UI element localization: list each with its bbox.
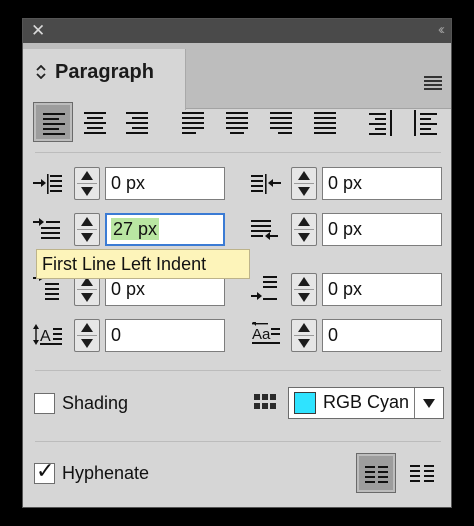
- shading-checkbox[interactable]: [34, 393, 55, 414]
- hyphenate-label: Hyphenate: [62, 463, 150, 483]
- first-line-indent-field[interactable]: 27 px: [105, 213, 225, 246]
- left-indent-field[interactable]: 0 px: [105, 167, 225, 200]
- align-left-button[interactable]: [33, 102, 73, 142]
- justify-last-center-icon: [226, 112, 248, 134]
- align-right-icon: [126, 112, 148, 134]
- first-line-indent-stepper[interactable]: [74, 213, 100, 246]
- tab-label: Paragraph: [55, 61, 154, 83]
- justify-last-right-icon: [270, 112, 292, 134]
- tab-paragraph[interactable]: Paragraph: [23, 49, 186, 110]
- last-line-indent-icon: [251, 220, 278, 240]
- separator: [35, 370, 441, 371]
- right-indent-field[interactable]: 0 px: [322, 167, 442, 200]
- drop-cap-characters-stepper[interactable]: [291, 319, 317, 352]
- space-after-icon: [251, 276, 277, 300]
- tab-chevron-icon[interactable]: [35, 64, 47, 81]
- drop-cap-characters-icon: Aa: [252, 322, 280, 344]
- no-span-columns-button[interactable]: [356, 453, 396, 493]
- justify-all-button[interactable]: [305, 102, 345, 142]
- check-icon: ✓: [36, 458, 55, 483]
- left-indent-stepper[interactable]: [74, 167, 100, 200]
- right-indent-stepper[interactable]: [291, 167, 317, 200]
- close-icon[interactable]: ✕: [31, 21, 45, 41]
- shading-color-select[interactable]: RGB Cyan: [288, 387, 444, 419]
- align-center-icon: [84, 112, 106, 134]
- drop-cap-lines-field[interactable]: 0: [105, 319, 225, 352]
- justify-all-icon: [314, 112, 336, 134]
- panel-tab-strip: Paragraph: [23, 43, 451, 110]
- justify-last-left-button[interactable]: [173, 102, 213, 142]
- separator: [35, 441, 441, 442]
- left-indent-icon: [33, 174, 62, 194]
- drop-cap-characters-field[interactable]: 0: [322, 319, 442, 352]
- align-right-button[interactable]: [117, 102, 157, 142]
- hyphenate-checkbox[interactable]: ✓: [34, 459, 55, 484]
- first-line-indent-icon: [33, 218, 60, 239]
- last-line-indent-stepper[interactable]: [291, 213, 317, 246]
- panel-title-bar: ✕ ‹‹: [23, 19, 451, 43]
- color-chip: [294, 392, 316, 414]
- align-towards-spine-button[interactable]: [361, 102, 401, 142]
- align-center-button[interactable]: [75, 102, 115, 142]
- justify-last-left-icon: [182, 112, 204, 134]
- paragraph-panel: ✕ ‹‹ Paragraph 0 px 0 px 27 px 0 px 0 px…: [22, 18, 452, 508]
- align-away-from-spine-button[interactable]: [405, 102, 445, 142]
- separator: [35, 152, 441, 153]
- panel-menu-icon[interactable]: [424, 76, 442, 90]
- chevron-down-icon[interactable]: [423, 399, 435, 408]
- swatches-icon[interactable]: [254, 394, 276, 410]
- space-after-stepper[interactable]: [291, 273, 317, 306]
- align-away-from-spine-icon: [414, 110, 437, 136]
- drop-cap-lines-stepper[interactable]: [74, 319, 100, 352]
- svg-text:A: A: [40, 328, 51, 345]
- no-span-columns-icon: [365, 466, 388, 483]
- shading-label: Shading: [62, 393, 129, 413]
- collapse-icon[interactable]: ‹‹: [438, 20, 445, 40]
- last-line-indent-field[interactable]: 0 px: [322, 213, 442, 246]
- tooltip: First Line Left Indent: [36, 249, 250, 279]
- justify-last-center-button[interactable]: [217, 102, 257, 142]
- first-line-indent-value: 27 px: [111, 218, 160, 240]
- svg-text:Aa: Aa: [252, 326, 271, 343]
- align-towards-spine-icon: [369, 110, 392, 136]
- span-columns-button[interactable]: [402, 453, 442, 493]
- drop-cap-lines-icon: A: [33, 324, 62, 345]
- span-columns-icon: [410, 465, 434, 482]
- shading-color-label: RGB Cyan: [323, 392, 410, 412]
- justify-last-right-button[interactable]: [261, 102, 301, 142]
- right-indent-icon: [251, 174, 281, 194]
- align-left-icon: [43, 113, 65, 135]
- space-after-field[interactable]: 0 px: [322, 273, 442, 306]
